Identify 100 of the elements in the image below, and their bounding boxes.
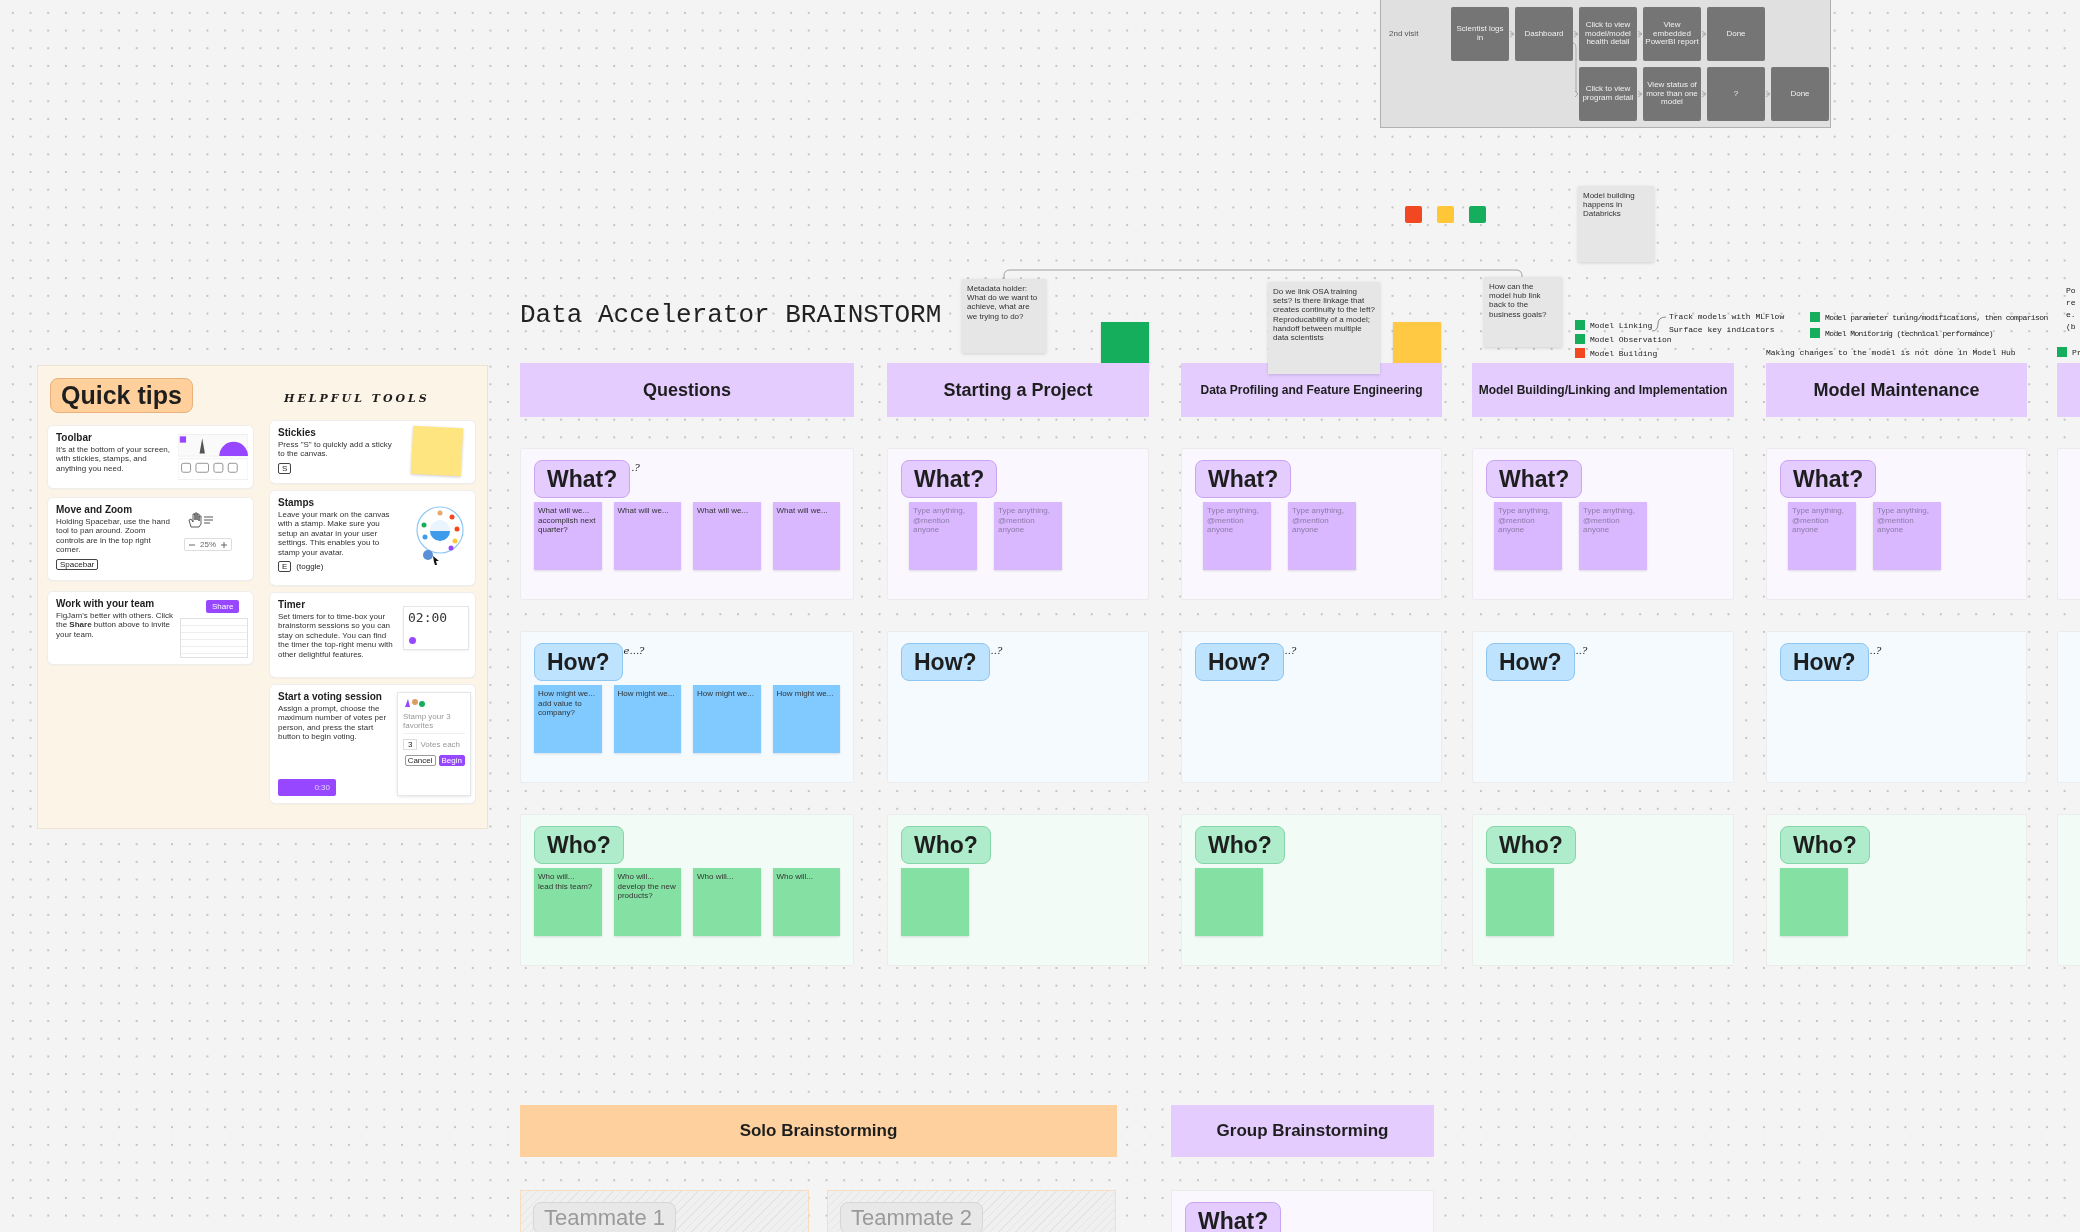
flow-step: Click to view model/model health detail: [1579, 7, 1637, 61]
minus-icon[interactable]: [189, 541, 195, 548]
section-tag: How?: [1486, 643, 1575, 681]
flow-arrow: [1573, 30, 1579, 38]
sticky-note: [901, 868, 969, 936]
sticky-note: Who will... develop the new products?: [613, 868, 681, 936]
hint-text: ..?: [1575, 645, 1588, 656]
card-title: Work with your team: [56, 598, 156, 609]
sticky-note: [1486, 868, 1554, 936]
flow-step: ?: [1707, 67, 1765, 121]
column-header: Questions: [520, 363, 854, 417]
panel-subtitle: HELPFUL TOOLS: [284, 392, 430, 405]
begin-button[interactable]: Begin: [438, 754, 465, 766]
sticky-note: Type anything, @mention anyone: [1788, 502, 1856, 570]
key-cap: Spacebar: [56, 558, 99, 570]
connector-line: [1651, 316, 1667, 332]
panel-title: Quick tips: [50, 378, 193, 413]
note-text: e.: [2066, 310, 2076, 319]
sticky-note: How can the model hub link back to the business goals?: [1484, 277, 1562, 347]
zoom-level: 25%: [200, 540, 216, 549]
card-title: Toolbar: [56, 432, 93, 443]
column-header: Starting a Project: [887, 363, 1149, 417]
sticky-note: Type anything, @mention anyone: [994, 502, 1062, 570]
section-tag: What?: [534, 460, 631, 498]
cancel-button[interactable]: Cancel: [404, 754, 436, 766]
section-tag: What?: [1185, 1202, 1282, 1232]
legend-label: Pr: [2072, 347, 2080, 357]
flow-step: Click to view program detail: [1579, 67, 1637, 121]
share-dialog-drawing: [180, 618, 248, 658]
section-tag: What?: [1780, 460, 1877, 498]
hand-icon: [188, 512, 214, 528]
prompt-field[interactable]: Stamp your 3 favorites: [403, 713, 465, 734]
stamps-icon: [403, 698, 427, 708]
play-icon[interactable]: [409, 637, 416, 644]
sticky-note: [1780, 868, 1848, 936]
section-tag: What?: [901, 460, 998, 498]
card-text: FigJam's better with others. Click the Share button above to invite your team.: [56, 611, 174, 640]
note-text: Making changes to the model is not done in Model Hub: [1766, 348, 2016, 357]
flow-step: Done: [1707, 7, 1765, 61]
sticky-note: What will we...: [613, 502, 681, 570]
note-text: Model parameter tuning/modifications, then comparison: [1825, 312, 2048, 322]
flow-arrow: [1701, 30, 1707, 38]
card-title: Move and Zoom: [56, 504, 134, 515]
sticky-note: Type anything, @mention anyone: [1203, 502, 1271, 570]
hint-text: .?: [631, 462, 640, 473]
note-text: re: [2066, 298, 2076, 307]
card-title: Start a voting session: [278, 691, 383, 702]
sticky-note-drawing: [410, 425, 464, 477]
sticky-note: [1195, 868, 1263, 936]
section-tag: Who?: [901, 826, 991, 864]
flow-arrow: [1572, 42, 1579, 98]
legend-label: Model Observation: [1590, 334, 1672, 344]
row-label: 2nd visit: [1389, 29, 1419, 38]
note-text: Model Monitoring (technical performance): [1825, 328, 1994, 338]
sticky-note: Type anything, @mention anyone: [1579, 502, 1647, 570]
field-label: Votes each: [420, 739, 461, 749]
zoom-control[interactable]: 25%: [184, 538, 232, 551]
sticky-note: Type anything, @mention anyone: [1494, 502, 1562, 570]
flow-step: Dashboard: [1515, 7, 1573, 61]
teammate-tag: Teammate 2: [840, 1202, 984, 1232]
card-text: Press "S" to quickly add a sticky to the canvas.: [278, 440, 393, 459]
sticky-note: Type anything, @mention anyone: [1288, 502, 1356, 570]
flow-arrow: [1765, 90, 1771, 98]
sticky-note: Do we link OSA training sets? Is there linkage that creates continuity to the left? Reproducability of a model; handoff between multiple data scientists: [1268, 282, 1380, 374]
share-button[interactable]: Share: [206, 600, 240, 613]
section-tag: How?: [901, 643, 990, 681]
stamp-wheel-drawing: [415, 505, 465, 567]
annotation-text: Surface key indicators: [1669, 325, 1776, 334]
sticky-note: Who will...: [693, 868, 761, 936]
card-text: Holding Spacebar, use the hand tool to pan around. Zoom controls are in the top right corner.: [56, 517, 171, 555]
sticky-note: What will we...: [693, 502, 761, 570]
card-text: It's at the bottom of your screen, with stickies, stamps, and anything you need.: [56, 445, 172, 474]
section-tag: What?: [1486, 460, 1583, 498]
board-title: Data Accelerator BRAINSTORM: [520, 300, 942, 330]
sticky-note: How might we...: [613, 685, 681, 753]
column-header: Data Profiling and Feature Engineering: [1181, 363, 1442, 417]
section-header: Solo Brainstorming: [520, 1105, 1117, 1157]
voting-timer-button[interactable]: 0:30: [278, 779, 336, 796]
timer-time: 02:00: [408, 610, 448, 625]
sticky-note: Model building happens in Databricks: [1578, 186, 1654, 262]
sticky-note: Type anything, @mention anyone: [909, 502, 977, 570]
vote-count-field[interactable]: 3: [403, 738, 418, 750]
card-text: Leave your mark on the canvas with a stamp. Make sure you setup an avatar in your user settings. This enables you to stamp your avatar.: [278, 510, 391, 558]
section-header: Group Brainstorming: [1171, 1105, 1434, 1157]
card-text: Set timers for to time-box your brainstorm sessions so you can stay on schedule. You can find the timer the top-right menu with other delightful features.: [278, 612, 394, 660]
sticky-note: Who will...: [772, 868, 840, 936]
section-tag: Who?: [1195, 826, 1285, 864]
flow-step: Done: [1771, 67, 1829, 121]
card-text: Assign a prompt, choose the maximum number of votes per person, and press the start button to begin voting.: [278, 704, 388, 742]
toolbar-drawing: [178, 431, 248, 483]
card-title: Timer: [278, 599, 307, 610]
hint-text: e...?: [623, 645, 645, 656]
plus-icon[interactable]: [221, 541, 227, 548]
column-header: Model Maintenance: [1766, 363, 2027, 417]
sticky-note: How might we... add value to company?: [534, 685, 602, 753]
sticky-note: What will we...: [772, 502, 840, 570]
hint-text: ..?: [990, 645, 1003, 656]
sticky-note: Who will... lead this team?: [534, 868, 602, 936]
key-cap: E: [278, 561, 292, 573]
key-cap: S: [278, 462, 292, 474]
